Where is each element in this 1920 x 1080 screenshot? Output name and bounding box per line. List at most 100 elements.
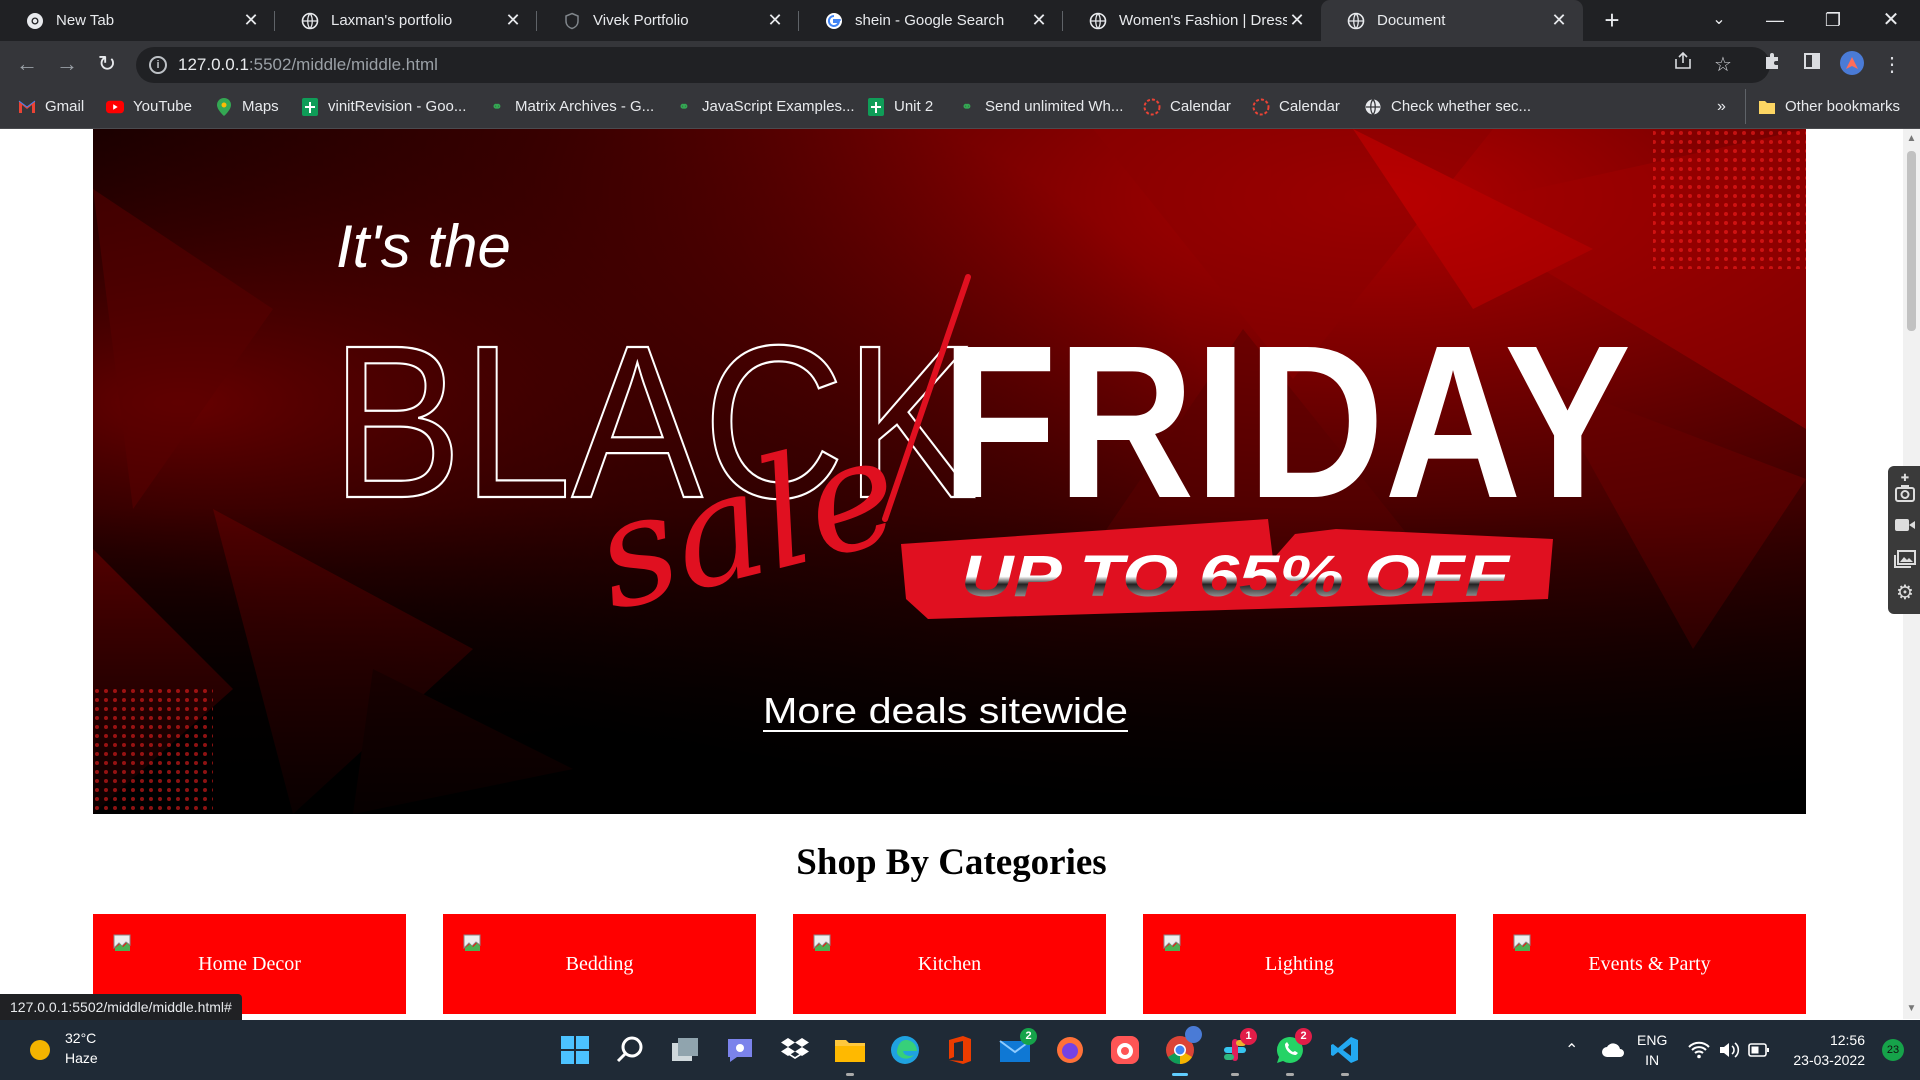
close-icon[interactable]: ✕ xyxy=(1549,10,1569,31)
chrome-app[interactable] xyxy=(1160,1026,1202,1076)
settings-gear-icon[interactable]: ⚙ xyxy=(1894,582,1916,604)
shield-icon xyxy=(563,12,581,30)
edge-browser[interactable] xyxy=(885,1030,925,1070)
bookmark-calendar-2[interactable]: Calendar xyxy=(1252,89,1340,124)
bookmark-check-whether[interactable]: Check whether sec... xyxy=(1364,89,1531,124)
tab-laxman-portfolio[interactable]: Laxman's portfolio ✕ xyxy=(275,0,537,41)
tab-title: Vivek Portfolio xyxy=(593,12,689,29)
tab-document[interactable]: Document ✕ xyxy=(1321,0,1583,41)
search-icon xyxy=(616,1036,643,1063)
globe-icon xyxy=(1364,98,1382,116)
category-bedding[interactable]: Bedding xyxy=(443,914,756,1014)
office-app[interactable] xyxy=(940,1030,980,1070)
gmail-icon xyxy=(18,98,36,116)
dropbox-app[interactable] xyxy=(775,1030,815,1070)
close-icon[interactable]: ✕ xyxy=(503,10,523,31)
bookmark-other[interactable]: Other bookmarks xyxy=(1758,89,1900,124)
bookmark-vinitrevision[interactable]: vinitRevision - Goo... xyxy=(301,89,466,124)
share-icon[interactable] xyxy=(1668,50,1698,80)
onedrive-icon[interactable] xyxy=(1601,1042,1625,1058)
wifi-icon[interactable] xyxy=(1688,1041,1710,1059)
banner-friday-word: FRIDAY xyxy=(941,301,1631,544)
tab-new-tab[interactable]: New Tab ✕ xyxy=(0,0,275,41)
restore-button[interactable]: ❐ xyxy=(1808,0,1858,41)
black-friday-banner[interactable]: It's the BLACK FRIDAY sale UP TO 65% OFF… xyxy=(93,129,1806,814)
close-icon[interactable]: ✕ xyxy=(1287,10,1307,31)
bookmark-javascript-examples[interactable]: ⚭ JavaScript Examples... xyxy=(675,89,855,124)
banner-cta-link[interactable]: More deals sitewide xyxy=(763,690,1128,731)
folder-icon xyxy=(1758,98,1776,116)
bookmark-star-icon[interactable]: ☆ xyxy=(1708,50,1738,80)
section-title: Shop By Categories xyxy=(796,842,1107,883)
new-tab-button[interactable]: + xyxy=(1598,7,1626,35)
battery-icon[interactable] xyxy=(1748,1042,1770,1058)
scroll-up-arrow[interactable]: ▲ xyxy=(1906,133,1917,144)
scrollbar-thumb[interactable] xyxy=(1907,151,1916,331)
back-button[interactable]: ← xyxy=(12,50,42,80)
forward-button[interactable]: → xyxy=(52,50,82,80)
banner-offer-text: UP TO 65% OFF xyxy=(961,544,1511,609)
clock[interactable]: 12:56 23-03-2022 xyxy=(1787,1030,1865,1070)
slack-app[interactable]: 1 xyxy=(1215,1028,1257,1076)
tab-title: New Tab xyxy=(56,12,115,29)
volume-icon[interactable] xyxy=(1718,1041,1740,1059)
calendar-icon xyxy=(1252,98,1270,116)
tab-search-button[interactable]: ⌄ xyxy=(1694,0,1744,41)
url-text[interactable]: 127.0.0.1:5502/middle/middle.html xyxy=(178,55,438,75)
category-label: Lighting xyxy=(1265,953,1334,975)
recorder-icon xyxy=(1111,1036,1139,1064)
whatsapp-app[interactable]: 2 xyxy=(1270,1028,1312,1076)
camera-icon[interactable] xyxy=(1894,484,1916,506)
bookmark-youtube[interactable]: YouTube xyxy=(106,89,192,124)
sun-haze-icon xyxy=(30,1040,50,1060)
bookmarks-divider xyxy=(1745,89,1746,124)
bookmark-matrix-archives[interactable]: ⚭ Matrix Archives - G... xyxy=(488,89,655,124)
extensions-icon[interactable] xyxy=(1757,50,1787,80)
firefox-app[interactable] xyxy=(1050,1030,1090,1070)
minimize-button[interactable]: — xyxy=(1750,0,1800,41)
profile-avatar[interactable] xyxy=(1837,50,1867,80)
mail-app[interactable]: 2 xyxy=(995,1028,1037,1070)
taskbar-search[interactable] xyxy=(610,1030,650,1070)
bookmark-unit-2[interactable]: Unit 2 xyxy=(867,89,933,124)
edge-icon xyxy=(891,1036,919,1064)
teams-chat[interactable] xyxy=(720,1030,760,1070)
tab-shein-search[interactable]: shein - Google Search ✕ xyxy=(799,0,1063,41)
bookmark-gmail[interactable]: Gmail xyxy=(18,89,84,124)
category-kitchen[interactable]: Kitchen xyxy=(793,914,1106,1014)
info-icon[interactable]: i xyxy=(149,56,167,74)
screen-recorder-app[interactable] xyxy=(1105,1030,1145,1070)
file-explorer[interactable] xyxy=(830,1030,870,1076)
video-icon[interactable] xyxy=(1894,517,1916,539)
bookmark-maps[interactable]: Maps xyxy=(215,89,279,124)
tab-womens-fashion[interactable]: Women's Fashion | Dresses, ✕ xyxy=(1063,0,1321,41)
address-bar[interactable]: i 127.0.0.1:5502/middle/middle.html ☆ xyxy=(136,47,1770,83)
close-icon[interactable]: ✕ xyxy=(765,10,785,31)
side-panel-icon[interactable] xyxy=(1797,50,1827,80)
close-icon[interactable]: ✕ xyxy=(1029,10,1049,31)
language-indicator[interactable]: ENG IN xyxy=(1637,1030,1667,1070)
tab-title: Laxman's portfolio xyxy=(331,12,453,29)
windows-taskbar: 32°C Haze 2 1 2 ⌃ ENG IN 12:56 23-03-202… xyxy=(0,1020,1920,1080)
menu-kebab-icon[interactable]: ⋮ xyxy=(1877,50,1907,80)
category-events-party[interactable]: Events & Party xyxy=(1493,914,1806,1014)
task-view[interactable] xyxy=(665,1030,705,1070)
bookmarks-overflow-button[interactable]: » xyxy=(1717,89,1726,124)
bookmark-send-unlimited[interactable]: ⚭ Send unlimited Wh... xyxy=(958,89,1124,124)
show-hidden-icons[interactable]: ⌃ xyxy=(1565,1040,1578,1060)
calendar-icon xyxy=(1143,98,1161,116)
link-icon: ⚭ xyxy=(678,98,690,114)
vscode-app[interactable] xyxy=(1325,1030,1365,1076)
notification-badge[interactable]: 23 xyxy=(1882,1039,1904,1061)
tab-title: Document xyxy=(1377,12,1446,29)
close-window-button[interactable]: ✕ xyxy=(1866,0,1916,41)
reload-button[interactable]: ↻ xyxy=(92,50,122,80)
tab-vivek-portfolio[interactable]: Vivek Portfolio ✕ xyxy=(537,0,799,41)
start-button[interactable] xyxy=(555,1030,595,1070)
bookmark-calendar-1[interactable]: Calendar xyxy=(1143,89,1231,124)
close-icon[interactable]: ✕ xyxy=(241,10,261,31)
browser-toolbar: ← → ↻ i 127.0.0.1:5502/middle/middle.htm… xyxy=(0,41,1920,89)
scroll-down-arrow[interactable]: ▼ xyxy=(1906,1003,1917,1014)
category-lighting[interactable]: Lighting xyxy=(1143,914,1456,1014)
gallery-icon[interactable] xyxy=(1894,550,1916,572)
